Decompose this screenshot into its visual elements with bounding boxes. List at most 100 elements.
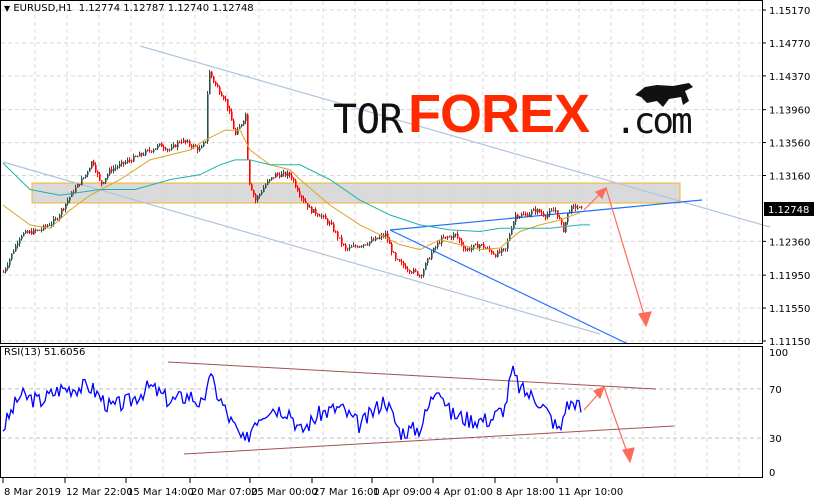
- candle: [349, 244, 351, 252]
- candle: [543, 210, 545, 217]
- x-tick-label: 15 Mar 14:00: [127, 487, 194, 498]
- rsi-lower-trendline[interactable]: [183, 425, 675, 455]
- price-chart[interactable]: 1.15170 1.14770 1.14370 1.13960 1.13560 1.131…: [0, 0, 814, 503]
- candle: [269, 179, 271, 183]
- candle: [21, 234, 23, 241]
- candle: [137, 155, 139, 158]
- ohlc-values: 1.12774 1.12787 1.12740 1.12748: [78, 3, 254, 14]
- arrow-head-icon: [638, 311, 652, 328]
- candle: [125, 159, 127, 165]
- candle: [241, 123, 243, 128]
- triangle-down-icon[interactable]: ▼: [4, 4, 10, 13]
- y-tick-label: 1.12360: [769, 237, 810, 248]
- candle: [41, 227, 43, 233]
- candle: [553, 207, 555, 212]
- candle: [475, 243, 477, 246]
- candle: [49, 222, 51, 227]
- candle: [483, 242, 485, 250]
- candle: [407, 266, 409, 273]
- candle: [117, 165, 119, 170]
- candle: [477, 241, 479, 249]
- candle: [459, 237, 461, 244]
- candle: [91, 161, 93, 170]
- candle: [141, 152, 143, 158]
- rsi-tick-label: 70: [769, 385, 782, 396]
- time-axis[interactable]: 8 Mar 2019 12 Mar 22:0015 Mar 14:0020 Mar…: [2, 478, 623, 498]
- candle: [427, 258, 429, 266]
- rsi-upper-trendline[interactable]: [167, 361, 657, 390]
- chart-title: ▼ EURUSD,H1 1.12774 1.12787 1.12740 1.12…: [4, 3, 254, 14]
- candle: [63, 207, 65, 212]
- candle: [93, 159, 95, 167]
- candle: [331, 219, 333, 225]
- candle: [207, 90, 209, 145]
- candle: [361, 245, 363, 248]
- candle: [127, 157, 129, 164]
- candle: [515, 211, 517, 225]
- candle: [369, 241, 371, 247]
- candle: [25, 229, 27, 234]
- candle: [479, 244, 481, 252]
- current-price-label: 1.12748: [764, 202, 814, 216]
- candle: [403, 260, 405, 268]
- candle: [577, 204, 579, 210]
- candle: [405, 263, 407, 270]
- candle: [497, 249, 499, 258]
- bull-icon: [635, 83, 693, 107]
- candle: [373, 237, 375, 241]
- candle: [109, 167, 111, 176]
- candle: [165, 146, 167, 151]
- candle: [419, 274, 421, 278]
- candle: [173, 142, 175, 149]
- candle: [45, 224, 47, 230]
- candle: [327, 218, 329, 226]
- candle: [181, 139, 183, 145]
- rsi-trend-lines[interactable]: [167, 361, 675, 455]
- candle: [581, 205, 583, 210]
- candle: [527, 212, 529, 217]
- candle: [225, 95, 227, 102]
- candle: [215, 80, 217, 87]
- candle: [439, 240, 441, 245]
- rsi-axis[interactable]: 100 70 30 0: [769, 348, 788, 479]
- candle: [89, 167, 91, 172]
- y-tick-label: 1.11150: [769, 337, 810, 348]
- candle: [519, 215, 521, 220]
- candle: [495, 253, 497, 258]
- candle: [395, 251, 397, 262]
- forecast-arrows[interactable]: [583, 186, 652, 464]
- candle: [19, 237, 21, 247]
- candle: [85, 174, 87, 179]
- candle: [309, 204, 311, 208]
- rsi-tick-label: 0: [769, 468, 775, 479]
- candle: [151, 150, 153, 154]
- candle: [133, 153, 135, 163]
- candle: [147, 149, 149, 152]
- candle: [107, 173, 109, 180]
- candle: [15, 243, 17, 252]
- candle: [231, 108, 233, 121]
- candle: [285, 171, 287, 178]
- candle: [317, 213, 319, 217]
- candle: [275, 172, 277, 178]
- rsi-label: RSI(13) 51.6056: [4, 347, 86, 358]
- candle: [95, 162, 97, 174]
- candle: [143, 152, 145, 156]
- candle: [417, 270, 419, 277]
- candle: [307, 203, 309, 210]
- candle: [243, 120, 245, 127]
- candle: [339, 237, 341, 239]
- resistance-zone[interactable]: [31, 182, 681, 204]
- candle: [237, 127, 239, 135]
- candle: [409, 269, 411, 275]
- candle: [547, 211, 549, 220]
- candle: [273, 177, 275, 180]
- candle: [217, 82, 219, 88]
- candle: [185, 139, 187, 145]
- candle: [555, 207, 557, 214]
- candle: [149, 146, 151, 153]
- candle: [27, 230, 29, 234]
- y-tick-label: 1.14770: [769, 39, 810, 50]
- candle: [579, 206, 581, 209]
- price-axis[interactable]: 1.15170 1.14770 1.14370 1.13960 1.13560 1.131…: [762, 6, 810, 348]
